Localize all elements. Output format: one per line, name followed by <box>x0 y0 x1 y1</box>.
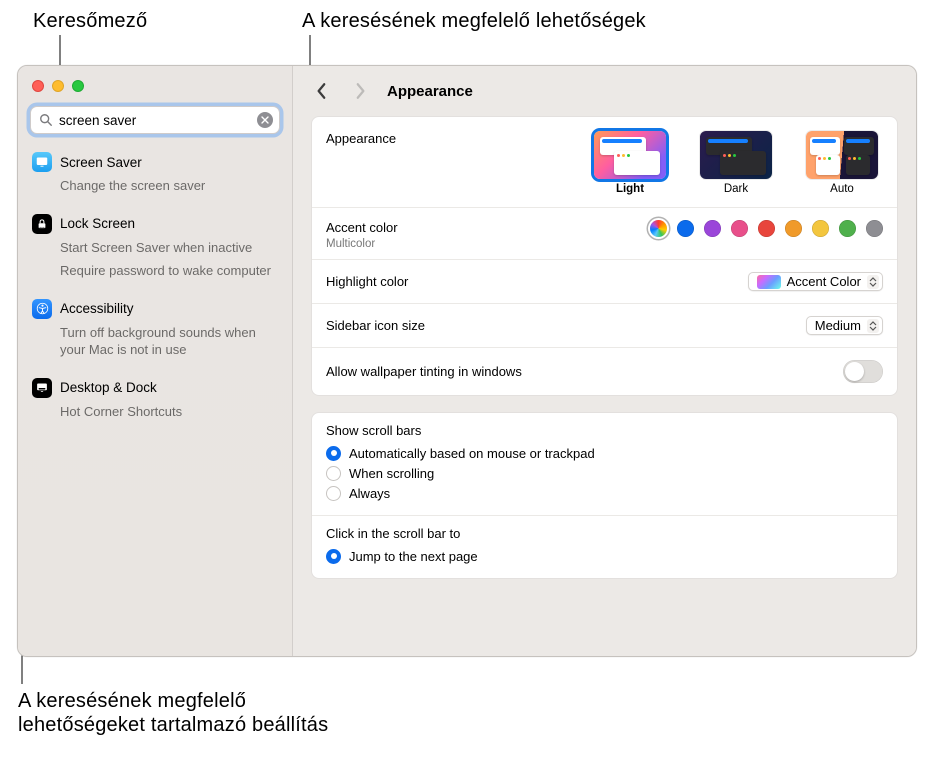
chevron-up-down-icon <box>867 319 879 333</box>
sidebar-icon-size-value: Medium <box>815 318 861 333</box>
appearance-option-label: Dark <box>695 183 777 195</box>
page-title: Appearance <box>387 83 473 100</box>
appearance-option-label: Light <box>589 183 671 195</box>
accent-swatch-yellow[interactable] <box>812 220 829 237</box>
screensaver-icon <box>32 152 52 172</box>
result-item[interactable]: Require password to wake computer <box>32 259 280 283</box>
result-title: Lock Screen <box>60 216 135 231</box>
radio-icon <box>326 446 341 461</box>
radio-label: When scrolling <box>349 466 434 481</box>
radio-label: Automatically based on mouse or trackpad <box>349 446 595 461</box>
result-heading[interactable]: Desktop & Dock <box>32 378 280 398</box>
radio-label: Always <box>349 486 390 501</box>
result-title: Desktop & Dock <box>60 380 157 395</box>
back-button[interactable] <box>311 77 333 105</box>
callout-matching-settings-2: lehetőségeket tartalmazó beállítás <box>18 714 328 737</box>
highlight-color-label: Highlight color <box>326 274 408 289</box>
scrollbars-option-always[interactable]: Always <box>326 483 883 503</box>
forward-button <box>349 77 371 105</box>
result-item[interactable]: Turn off background sounds when your Mac… <box>32 321 280 362</box>
close-icon <box>261 116 269 124</box>
wallpaper-tint-toggle[interactable] <box>843 360 883 383</box>
appearance-panel: Appearance Light <box>311 116 898 396</box>
scrollbars-label: Show scroll bars <box>326 423 883 438</box>
accent-swatch-orange[interactable] <box>785 220 802 237</box>
callout-matching-settings-1: A keresésének megfelelő <box>18 690 246 713</box>
minimize-window-button[interactable] <box>52 80 64 92</box>
accent-swatch-multicolor[interactable] <box>650 220 667 237</box>
result-title: Screen Saver <box>60 155 142 170</box>
search-input[interactable] <box>59 113 257 128</box>
search-icon <box>39 113 53 127</box>
scrollbars-option-auto[interactable]: Automatically based on mouse or trackpad <box>326 443 883 463</box>
click-scrollbar-label: Click in the scroll bar to <box>326 526 883 541</box>
result-group-screen-saver: Screen Saver Change the screen saver <box>28 146 284 208</box>
lock-icon <box>32 214 52 234</box>
wallpaper-tint-label: Allow wallpaper tinting in windows <box>326 364 522 379</box>
result-group-desktop-dock: Desktop & Dock Hot Corner Shortcuts <box>28 372 284 434</box>
callout-matching-options: A keresésének megfelelő lehetőségek <box>302 10 646 33</box>
toolbar: Appearance <box>293 66 916 116</box>
chevron-up-down-icon <box>867 275 879 289</box>
callout-search-field: Keresőmező <box>33 10 147 33</box>
appearance-option-light[interactable]: Light <box>589 131 671 195</box>
clear-search-button[interactable] <box>257 112 273 128</box>
highlight-gradient-icon <box>757 275 781 289</box>
window-controls <box>18 74 292 106</box>
appearance-option-label: Auto <box>801 183 883 195</box>
radio-icon <box>326 466 341 481</box>
accent-swatch-red[interactable] <box>758 220 775 237</box>
result-item[interactable]: Hot Corner Shortcuts <box>32 400 280 424</box>
accent-color-sublabel: Multicolor <box>326 238 398 250</box>
sidebar: Screen Saver Change the screen saver Loc… <box>18 66 293 656</box>
appearance-option-auto[interactable]: Auto <box>801 131 883 195</box>
settings-window: Screen Saver Change the screen saver Loc… <box>17 65 917 657</box>
main-content: Appearance Appearance <box>293 66 916 656</box>
sidebar-icon-size-popup[interactable]: Medium <box>806 316 883 335</box>
accent-swatch-blue[interactable] <box>677 220 694 237</box>
result-group-lock-screen: Lock Screen Start Screen Saver when inac… <box>28 208 284 293</box>
result-heading[interactable]: Accessibility <box>32 299 280 319</box>
highlight-color-value: Accent Color <box>787 274 861 289</box>
scrollbars-option-scrolling[interactable]: When scrolling <box>326 463 883 483</box>
result-title: Accessibility <box>60 301 134 316</box>
appearance-label: Appearance <box>326 131 396 146</box>
accent-swatch-green[interactable] <box>839 220 856 237</box>
accent-swatch-pink[interactable] <box>731 220 748 237</box>
radio-icon <box>326 486 341 501</box>
scrollbars-panel: Show scroll bars Automatically based on … <box>311 412 898 579</box>
result-item[interactable]: Change the screen saver <box>32 174 280 198</box>
close-window-button[interactable] <box>32 80 44 92</box>
sidebar-icon-size-label: Sidebar icon size <box>326 318 425 333</box>
desktop-dock-icon <box>32 378 52 398</box>
result-group-accessibility: Accessibility Turn off background sounds… <box>28 293 284 372</box>
result-heading[interactable]: Lock Screen <box>32 214 280 234</box>
accent-color-label: Accent color <box>326 220 398 235</box>
search-results: Screen Saver Change the screen saver Loc… <box>18 142 292 433</box>
appearance-option-dark[interactable]: Dark <box>695 131 777 195</box>
click-scrollbar-option-jump[interactable]: Jump to the next page <box>326 546 883 566</box>
highlight-color-popup[interactable]: Accent Color <box>748 272 883 291</box>
accent-swatch-purple[interactable] <box>704 220 721 237</box>
accessibility-icon <box>32 299 52 319</box>
accent-swatch-graphite[interactable] <box>866 220 883 237</box>
search-field[interactable] <box>30 106 280 134</box>
result-heading[interactable]: Screen Saver <box>32 152 280 172</box>
accent-color-swatches <box>650 220 883 237</box>
result-item[interactable]: Start Screen Saver when inactive <box>32 236 280 260</box>
radio-icon <box>326 549 341 564</box>
radio-label: Jump to the next page <box>349 549 478 564</box>
zoom-window-button[interactable] <box>72 80 84 92</box>
